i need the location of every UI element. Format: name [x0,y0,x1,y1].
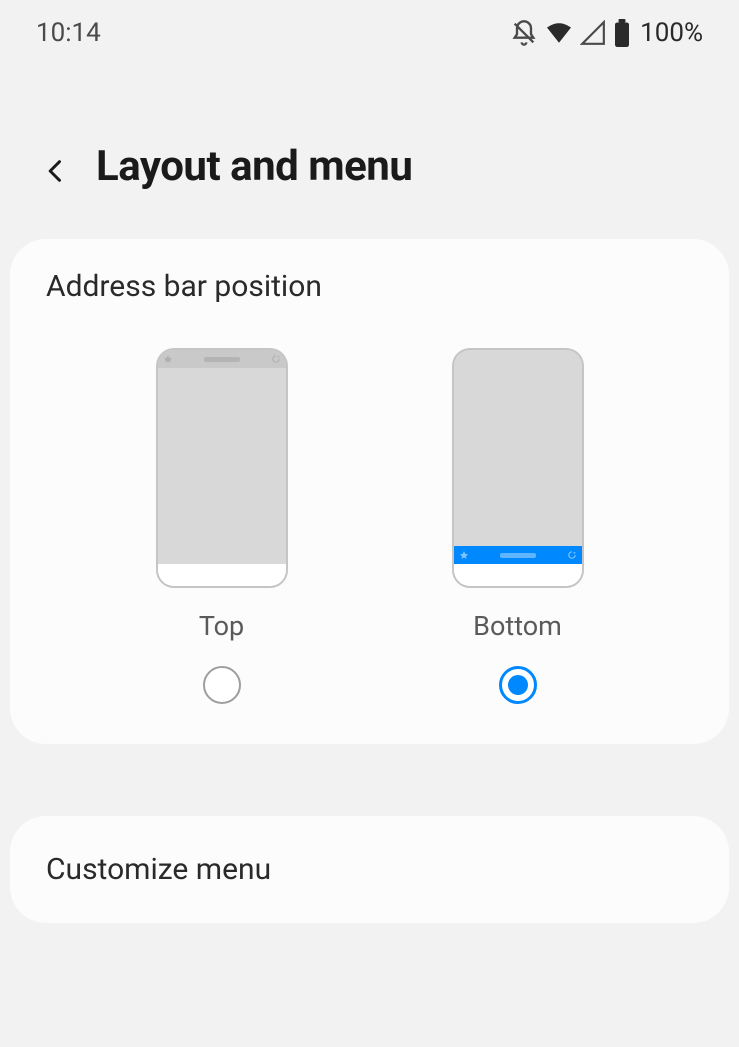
page-title: Layout and menu [96,142,412,191]
reload-icon [272,355,280,363]
phone-mock-bottom [452,348,584,588]
radio-bottom[interactable] [499,666,537,704]
notification-muted-icon [510,19,538,47]
address-bar-section-title: Address bar position [46,269,693,304]
address-bar-options: Top Bottom [46,348,693,704]
mock-url-pill [500,553,536,558]
reload-icon [568,551,576,559]
star-icon [460,551,468,559]
wifi-icon [546,20,572,46]
option-label-bottom: Bottom [473,610,562,642]
status-bar: 10:14 100% [0,0,739,62]
battery-icon [614,19,630,47]
mock-nav-strip [158,564,286,586]
signal-icon [580,20,606,46]
address-bar-card: Address bar position Top [10,239,729,744]
radio-top[interactable] [203,666,241,704]
option-bottom[interactable]: Bottom [452,348,584,704]
mock-address-bar-bottom [454,546,582,564]
customize-menu-label: Customize menu [46,852,693,887]
mock-nav-strip [454,564,582,586]
battery-percentage: 100% [640,18,703,48]
mock-address-bar-top [158,350,286,368]
customize-menu-item[interactable]: Customize menu [10,816,729,923]
status-right: 100% [510,18,703,48]
back-icon[interactable] [42,153,70,181]
status-time: 10:14 [36,18,101,48]
option-top[interactable]: Top [156,348,288,704]
star-icon [164,355,172,363]
page-header: Layout and menu [0,62,739,239]
mock-url-pill [204,357,240,362]
phone-mock-top [156,348,288,588]
option-label-top: Top [199,610,244,642]
